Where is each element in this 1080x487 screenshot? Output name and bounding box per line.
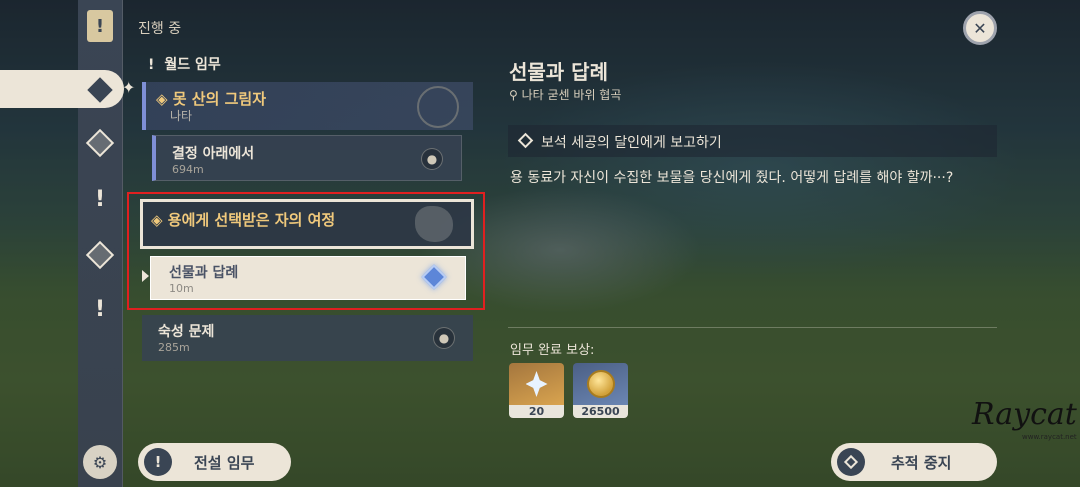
objective-diamond-icon	[517, 132, 534, 149]
quest-title: ◈ 용에게 선택받은 자의 여정	[151, 211, 336, 229]
quest-item-featured[interactable]: ◈ 용에게 선택받은 자의 여정	[140, 199, 474, 249]
quest-detail-title: 선물과 답례	[509, 60, 608, 84]
legend-quest-button[interactable]: ! 전설 임무	[138, 443, 291, 481]
quest-book-icon[interactable]: !	[87, 10, 113, 42]
quest-item-parent[interactable]: ◈ 못 산의 그림자 나타	[142, 82, 473, 130]
quest-item-selected[interactable]: 선물과 답례 10m	[150, 256, 466, 300]
reward-count: 20	[509, 405, 564, 418]
legend-quest-icon: !	[144, 448, 172, 476]
tracking-diamond-icon	[837, 448, 865, 476]
quest-diamond-icon: ◈	[151, 211, 168, 229]
quest-item-other[interactable]: 숙성 문제 285m ●	[142, 315, 473, 361]
legend-quest-label: 전설 임무	[194, 453, 255, 472]
region-seal-icon	[417, 86, 459, 128]
quest-distance: 694m	[172, 163, 204, 176]
watermark: Raycat	[972, 397, 1077, 432]
close-icon: ✕	[973, 18, 987, 38]
group-label: 월드 임무	[164, 57, 221, 73]
status-label: 진행 중	[138, 21, 182, 37]
sparkle-icon: ✦	[122, 78, 136, 97]
reward-count: 26500	[573, 405, 628, 418]
tracking-gem-icon	[421, 264, 447, 290]
watermark-url: www.raycat.net	[1022, 433, 1077, 441]
quest-title: 숙성 문제	[158, 324, 215, 340]
quest-title: ◈ 못 산의 그림자	[156, 90, 267, 108]
quest-objective: 보석 세공의 달인에게 보고하기	[508, 125, 997, 157]
mora-coin-icon	[586, 370, 615, 398]
quest-distance: 285m	[158, 341, 190, 354]
location-pin-icon: ⚲	[509, 88, 522, 102]
quest-location: ⚲ 나타 굳센 바위 협곡	[509, 88, 622, 102]
quest-item-sub[interactable]: 결정 아래에서 694m ●	[152, 135, 462, 181]
map-pin-icon[interactable]: ●	[433, 327, 455, 349]
settings-icon[interactable]: ⚙	[83, 445, 117, 479]
quest-diamond-icon: ◈	[156, 90, 173, 108]
selection-marker-icon	[142, 270, 149, 282]
companion-mascot-icon	[415, 206, 453, 242]
quest-description: 용 동료가 자신이 수집한 보물을 당신에게 줬다. 어떻게 답례를 해야 할까…	[510, 170, 954, 186]
quest-title: 선물과 답례	[169, 265, 239, 281]
map-pin-icon[interactable]: ●	[421, 148, 443, 170]
reward-mora[interactable]: 26500	[573, 363, 628, 418]
tab-story-quests[interactable]: !	[83, 182, 117, 216]
tab-commission-quests[interactable]	[83, 238, 117, 272]
group-header: ! 월드 임무	[148, 54, 221, 74]
objective-text: 보석 세공의 달인에게 보고하기	[541, 135, 722, 151]
tab-archon-quests[interactable]	[83, 126, 117, 160]
primogem-icon	[525, 371, 548, 397]
reward-label: 임무 완료 보상:	[510, 343, 595, 358]
world-quest-icon	[86, 76, 114, 104]
quest-region: 나타	[170, 109, 193, 123]
exclamation-icon: !	[148, 57, 155, 73]
quest-title: 결정 아래에서	[172, 146, 255, 162]
reward-primogem[interactable]: 20	[509, 363, 564, 418]
quest-distance: 10m	[169, 282, 194, 295]
tab-event-quests[interactable]: !	[83, 292, 117, 326]
divider	[508, 327, 997, 328]
stop-tracking-label: 추적 중지	[891, 453, 952, 472]
stop-tracking-button[interactable]: 추적 중지	[831, 443, 997, 481]
close-button[interactable]: ✕	[963, 11, 997, 45]
